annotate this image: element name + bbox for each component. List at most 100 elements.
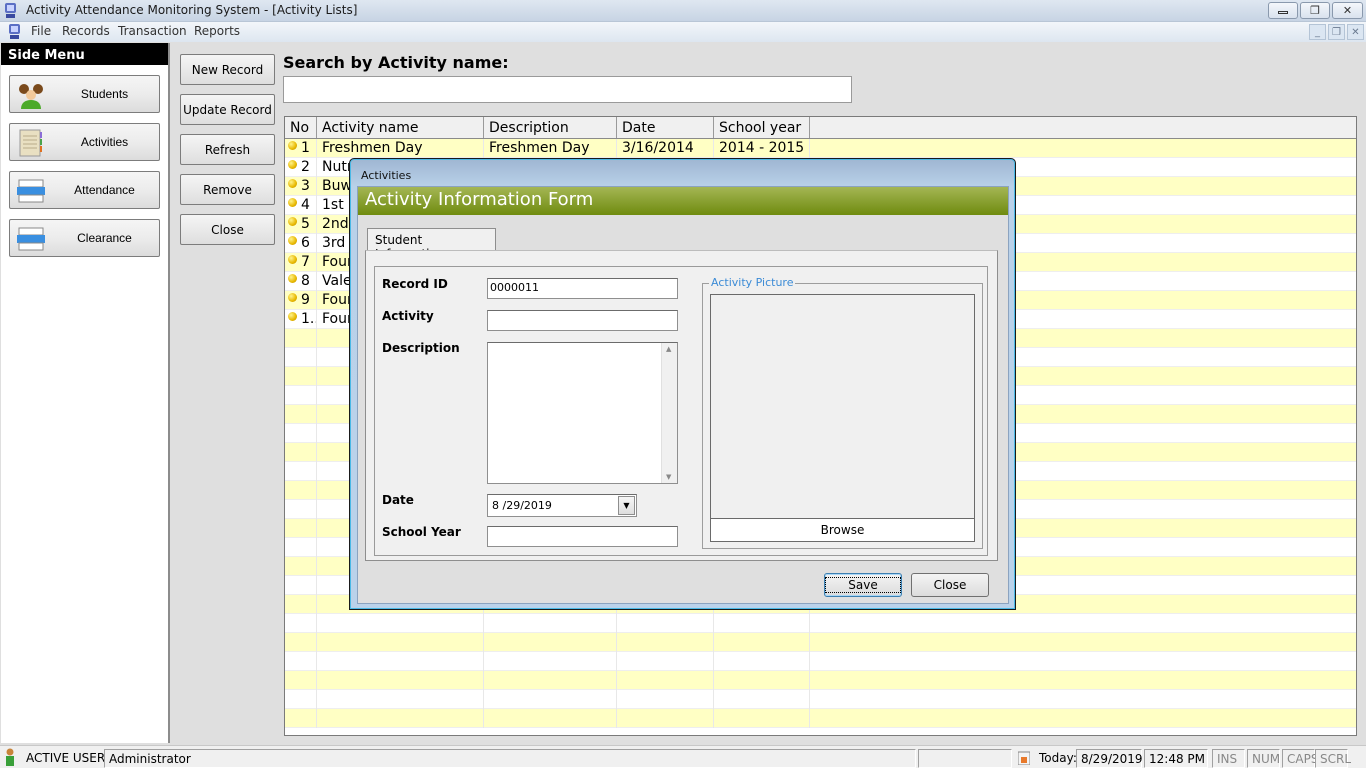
cell-description: Freshmen Day [484,139,617,158]
school-year-field[interactable] [487,526,678,547]
minimize-icon: _ [1315,26,1320,38]
cell-no: 9 [285,291,317,310]
column-header-activity-name[interactable]: Activity name [317,117,484,138]
cell-name [317,633,484,652]
cell-filler [810,652,1356,671]
form-banner: Activity Information Form [358,187,1008,215]
scroll-up-icon[interactable]: ▲ [666,345,671,353]
minimize-button[interactable] [1268,2,1298,19]
cell-no: 4 [285,196,317,215]
description-label: Description [382,341,460,355]
cell-no: 3 [285,177,317,196]
tab-student-information[interactable]: Student Information [367,228,496,261]
empty-row[interactable] [285,690,1356,709]
column-header-school-year[interactable]: School year [714,117,810,138]
description-scrollbar[interactable]: ▲ ▼ [661,343,677,483]
cell-no [285,481,317,500]
description-field[interactable]: ▲ ▼ [487,342,678,484]
close-window-button[interactable]: ✕ [1332,2,1363,19]
cell-no [285,424,317,443]
empty-row[interactable] [285,633,1356,652]
restore-button[interactable]: ❐ [1300,2,1330,19]
search-input[interactable] [283,76,852,103]
cell-school-year [714,633,810,652]
cell-text: 1st [322,197,344,213]
cell-description [484,652,617,671]
cell-filler [810,633,1356,652]
update-record-button[interactable]: Update Record [180,94,275,125]
row-bullet-icon [288,217,297,226]
cell-name [317,671,484,690]
restore-icon: ❐ [1310,4,1320,17]
sidebar-item-label: Activities [80,135,129,149]
menu-transaction[interactable]: Transaction [118,24,187,38]
cell-filler [810,690,1356,709]
menu-records[interactable]: Records [62,24,110,38]
mdi-close-button[interactable]: ✕ [1347,24,1364,40]
cell-text: 2 [301,159,310,175]
sidebar-item-activities[interactable]: Activities [9,123,160,161]
cell-date [617,709,714,728]
cell-no [285,633,317,652]
cell-school-year [714,671,810,690]
current-time: 12:48 PM [1144,749,1208,768]
empty-row[interactable] [285,652,1356,671]
cell-school-year: 2014 - 2015 [714,139,810,158]
cell-no [285,652,317,671]
empty-row[interactable] [285,671,1356,690]
row-bullet-icon [288,236,297,245]
sidebar-item-label: Clearance [77,231,132,245]
save-button[interactable]: Save [824,573,902,597]
cell-no [285,595,317,614]
table-row[interactable]: 1 Freshmen Day Freshmen Day 3/16/2014 2014 -… [285,139,1356,158]
sidebar-item-students[interactable]: Students [9,75,160,113]
date-dropdown-button[interactable]: ▼ [618,496,635,515]
cell-text: Buw [322,178,352,194]
restore-icon: ❐ [1332,26,1341,38]
cell-no: 1 [285,139,317,158]
active-user-value: Administrator [104,749,916,768]
cell-no [285,443,317,462]
record-id-field[interactable]: 0000011 [487,278,678,299]
new-record-button[interactable]: New Record [180,54,275,85]
refresh-button[interactable]: Refresh [180,134,275,165]
search-label: Search by Activity name: [283,53,509,72]
cell-text: Vale [322,273,352,289]
cell-text: 3/16/2014 [622,140,694,156]
empty-row[interactable] [285,709,1356,728]
cell-no [285,576,317,595]
activity-dialog: Activities Activity Information Form Stu… [349,158,1016,610]
empty-row[interactable] [285,614,1356,633]
remove-button[interactable]: Remove [180,174,275,205]
date-label: Date [382,493,414,507]
today-date: 8/29/2019 [1076,749,1143,768]
sidebar-item-clearance[interactable]: Clearance [9,219,160,257]
browse-button[interactable]: Browse [710,518,975,542]
activity-field[interactable] [487,310,678,331]
column-header-date[interactable]: Date [617,117,714,138]
cell-no: 8 [285,272,317,291]
column-header-no[interactable]: No [285,117,317,138]
cell-no [285,462,317,481]
scroll-down-icon[interactable]: ▼ [666,473,671,481]
sidebar-item-attendance[interactable]: Attendance [9,171,160,209]
menu-reports[interactable]: Reports [194,24,240,38]
close-button[interactable]: Close [180,214,275,245]
mdi-restore-button[interactable]: ❐ [1328,24,1345,40]
cell-description [484,633,617,652]
cell-text: Freshmen Day [322,140,423,156]
cell-no [285,367,317,386]
menu-file[interactable]: File [31,24,51,38]
cell-school-year [714,652,810,671]
sidebar-item-label: Attendance [74,183,135,197]
chevron-down-icon: ▼ [623,501,630,510]
column-header-description[interactable]: Description [484,117,617,138]
cell-name [317,652,484,671]
calendar-icon [1018,751,1030,765]
cell-no [285,500,317,519]
date-picker[interactable]: 8 /29/2019 ▼ [487,494,637,517]
cell-no [285,671,317,690]
row-bullet-icon [288,255,297,264]
dialog-close-button[interactable]: Close [911,573,989,597]
mdi-minimize-button[interactable]: _ [1309,24,1326,40]
